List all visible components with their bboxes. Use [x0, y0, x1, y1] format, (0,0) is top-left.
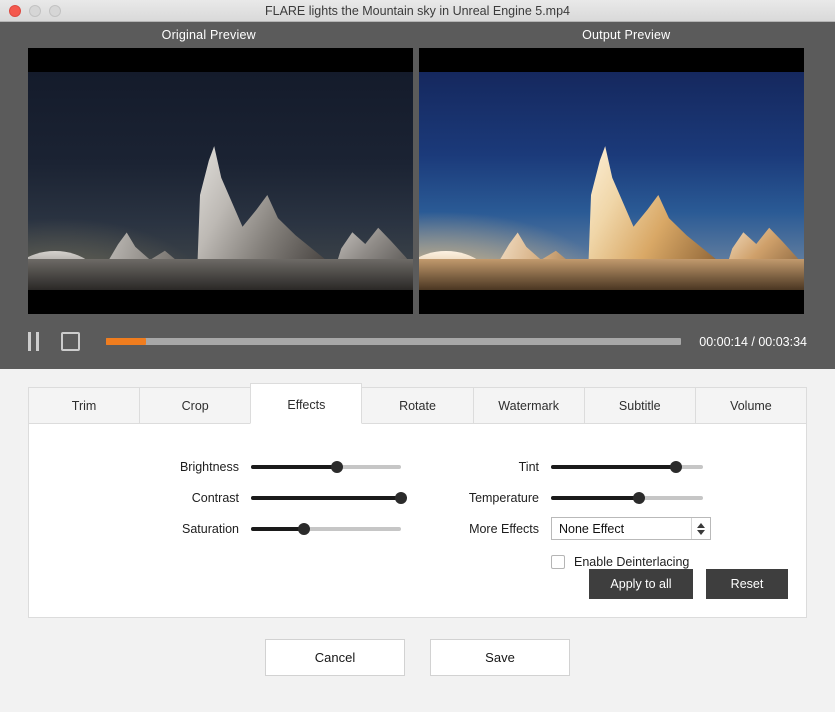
tab-subtitle[interactable]: Subtitle [583, 387, 695, 424]
slider-label-contrast: Contrast [191, 490, 239, 505]
original-frame [28, 72, 413, 290]
original-preview-video[interactable] [28, 48, 413, 314]
foreground-base [419, 259, 804, 290]
tab-crop[interactable]: Crop [139, 387, 251, 424]
slider-contrast[interactable] [251, 491, 407, 504]
effects-controls: Brightness Contrast Saturation Tint Tempera… [29, 423, 806, 569]
playback-progress-bar[interactable] [106, 338, 682, 345]
slider-tint[interactable] [551, 460, 703, 473]
tab-rotate[interactable]: Rotate [362, 387, 473, 424]
video-editor-window: FLARE lights the Mountain sky in Unreal … [0, 0, 835, 712]
slider-row-temperature: Temperature [439, 482, 806, 513]
slider-temperature[interactable] [551, 491, 703, 504]
slider-row-saturation: Saturation [29, 513, 439, 544]
save-button[interactable]: Save [430, 639, 570, 676]
letterbox-bottom [419, 290, 804, 314]
more-effects-select[interactable]: None Effect [551, 517, 711, 540]
output-preview-video[interactable] [419, 48, 804, 314]
slider-brightness[interactable] [251, 460, 401, 473]
stepper-icon[interactable] [691, 518, 710, 539]
tab-effects[interactable]: Effects [250, 383, 363, 424]
editor-tabs: Trim Crop Effects Rotate Watermark Subtitle Vo… [28, 383, 807, 424]
slider-row-contrast: Contrast [29, 482, 439, 513]
panel-actions: Apply to all Reset [589, 569, 788, 599]
output-frame [419, 72, 804, 290]
effects-panel: Brightness Contrast Saturation Tint Tempera… [28, 423, 807, 618]
letterbox-bottom [28, 290, 413, 314]
slider-knob[interactable] [669, 460, 682, 473]
slider-row-brightness: Brightness [29, 451, 439, 482]
slider-fill [551, 464, 676, 469]
slider-row-tint: Tint [439, 451, 806, 482]
slider-knob[interactable] [633, 491, 646, 504]
preview-labels: Original Preview Output Preview [0, 22, 835, 48]
stop-icon[interactable] [61, 332, 80, 351]
slider-knob[interactable] [330, 460, 343, 473]
mountains-output [419, 72, 804, 290]
slider-fill [251, 464, 337, 469]
title-bar: FLARE lights the Mountain sky in Unreal … [0, 0, 835, 22]
chevron-down-icon [697, 529, 705, 535]
slider-fill [251, 526, 304, 531]
effects-right-column: Tint Temperature More Effects None Effect [439, 451, 806, 569]
cancel-button[interactable]: Cancel [265, 639, 405, 676]
foreground-base [28, 259, 413, 290]
tab-trim[interactable]: Trim [28, 387, 140, 424]
slider-fill [551, 495, 640, 500]
tab-watermark[interactable]: Watermark [472, 387, 584, 424]
letterbox-top [28, 48, 413, 72]
enable-deinterlacing-checkbox[interactable] [551, 555, 565, 569]
chevron-up-icon [697, 522, 705, 528]
output-preview-label: Output Preview [582, 28, 671, 42]
editor-tabs-section: Trim Crop Effects Rotate Watermark Subtitle Vo… [0, 369, 835, 618]
apply-to-all-button[interactable]: Apply to all [589, 569, 693, 599]
deinterlacing-row: Enable Deinterlacing [551, 555, 806, 569]
dialog-footer: Cancel Save [0, 618, 835, 676]
playback-controls: 00:00:14 / 00:03:34 [0, 314, 835, 369]
reset-button[interactable]: Reset [706, 569, 788, 599]
preview-area: Original Preview Output Preview 00:00:14… [0, 22, 835, 369]
playback-time: 00:00:14 / 00:03:34 [699, 334, 807, 349]
letterbox-top [419, 48, 804, 72]
original-preview-label: Original Preview [161, 28, 256, 42]
slider-label-brightness: Brightness [179, 459, 239, 474]
preview-screens [0, 48, 835, 314]
more-effects-row: More Effects None Effect [439, 513, 806, 544]
slider-knob[interactable] [297, 522, 310, 535]
slider-label-tint: Tint [518, 459, 539, 474]
mountains-original [28, 72, 413, 290]
slider-label-saturation: Saturation [182, 521, 239, 536]
effects-left-column: Brightness Contrast Saturation [29, 451, 439, 569]
more-effects-value: None Effect [559, 521, 625, 536]
slider-knob[interactable] [395, 491, 407, 504]
enable-deinterlacing-label: Enable Deinterlacing [574, 555, 690, 569]
slider-label-temperature: Temperature [468, 490, 539, 505]
more-effects-label: More Effects [469, 521, 539, 536]
slider-saturation[interactable] [251, 522, 401, 535]
playback-progress-fill [106, 338, 147, 345]
tab-volume[interactable]: Volume [694, 387, 807, 424]
window-title: FLARE lights the Mountain sky in Unreal … [264, 3, 571, 18]
pause-icon[interactable] [28, 332, 39, 351]
slider-fill [251, 495, 401, 500]
